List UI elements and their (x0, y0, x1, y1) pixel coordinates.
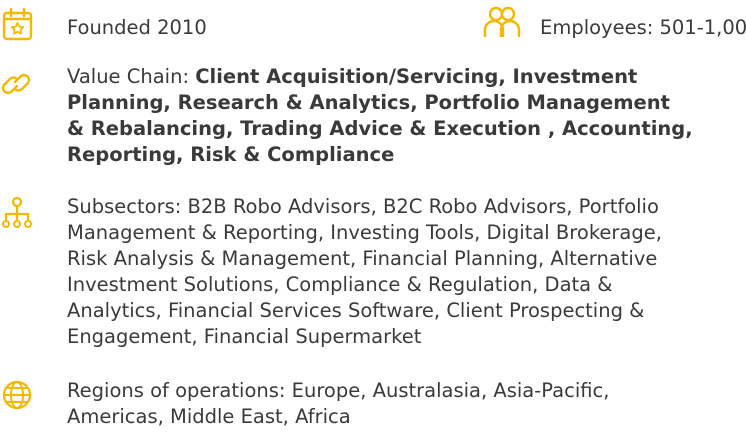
value-chain-line: Planning, Research & Analytics, Portfoli… (67, 91, 670, 114)
value-chain-line: Client Acquisition/Servicing, Investment (195, 65, 638, 88)
subsectors-line: Subsectors: B2B Robo Advisors, B2C Robo … (67, 195, 659, 218)
value-chain-text: Value Chain: Client Acquisition/Servicin… (67, 64, 693, 168)
link-icon (0, 64, 40, 104)
employees-label: Employees: 501-1,000 (540, 16, 746, 39)
calendar-star-icon (0, 6, 40, 46)
regions-line: Americas, Middle East, Africa (67, 405, 351, 428)
subsectors-text: Subsectors: B2B Robo Advisors, B2C Robo … (67, 194, 662, 350)
regions-text: Regions of operations: Europe, Australas… (67, 378, 609, 430)
globe-icon (0, 378, 40, 418)
subsectors-line: Engagement, Financial Supermarket (67, 325, 422, 348)
founded-label: Founded 2010 (67, 16, 207, 39)
value-chain-line: & Rebalancing, Trading Advice & Executio… (67, 117, 693, 140)
subsectors-line: Investment Solutions, Compliance & Regul… (67, 273, 613, 296)
subsectors-line: Risk Analysis & Management, Financial Pl… (67, 247, 658, 270)
subsectors-line: Analytics, Financial Services Software, … (67, 299, 645, 322)
hierarchy-icon (0, 194, 40, 234)
value-chain-line: Reporting, Risk & Compliance (67, 143, 395, 166)
subsectors-line: Management & Reporting, Investing Tools,… (67, 221, 662, 244)
value-chain-prefix: Value Chain: (67, 65, 196, 88)
people-icon (482, 4, 522, 44)
regions-line: Regions of operations: Europe, Australas… (67, 379, 610, 402)
